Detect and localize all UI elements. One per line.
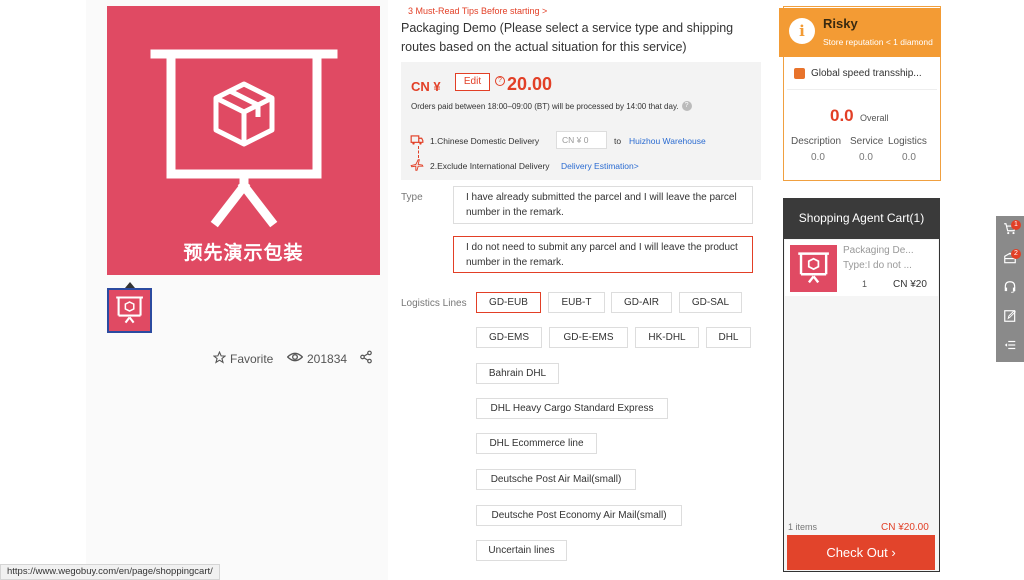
logistics-option[interactable]: GD-EUB xyxy=(476,292,541,313)
international-delivery-label: 2.Exclude International Delivery xyxy=(430,161,550,171)
logistics-option[interactable]: GD-AIR xyxy=(611,292,672,313)
currency-label: CN ¥ xyxy=(411,79,441,94)
logistics-option[interactable]: Uncertain lines xyxy=(476,540,567,561)
store-reputation: Store reputation < 1 diamond xyxy=(823,37,933,47)
side-feedback-button[interactable] xyxy=(996,304,1024,332)
type-option-no-parcel[interactable]: I do not need to submit any parcel and I… xyxy=(453,236,753,273)
product-main-image: 预先演示包装 xyxy=(107,6,380,275)
truck-icon xyxy=(410,133,424,151)
views-count: 201834 xyxy=(307,351,348,366)
logistics-option[interactable]: Deutsche Post Air Mail(small) xyxy=(476,469,636,490)
delivery-estimation-link[interactable]: Delivery Estimation> xyxy=(561,161,639,171)
logistics-option[interactable]: Deutsche Post Economy Air Mail(small) xyxy=(476,505,682,526)
cart-item-price: CN ¥20 xyxy=(893,279,927,290)
views-counter: 201834 xyxy=(286,351,348,366)
cart-total: CN ¥20.00 xyxy=(881,522,929,533)
risk-label: Risky xyxy=(823,16,858,31)
type-option-submitted[interactable]: I have already submitted the parcel and … xyxy=(453,186,753,224)
rating-label-description: Description xyxy=(791,136,842,147)
help-icon[interactable]: ? xyxy=(681,101,692,111)
edit-price-button[interactable]: Edit xyxy=(455,73,490,91)
info-icon: i xyxy=(789,18,815,44)
store-name-link[interactable]: Global speed transship... xyxy=(811,68,922,79)
cart-item-name: Packaging De... xyxy=(843,245,914,256)
tips-link[interactable]: 3 Must-Read Tips Before starting > xyxy=(408,6,547,16)
logistics-option[interactable]: EUB-T xyxy=(548,292,605,313)
clock-icon: ? xyxy=(495,76,505,86)
store-icon xyxy=(794,68,805,79)
logistics-option[interactable]: GD-E-EMS xyxy=(549,327,628,348)
rating-label-logistics: Logistics xyxy=(888,136,927,147)
cart-badge: 1 xyxy=(1011,220,1021,230)
to-label: to xyxy=(614,136,622,146)
eye-icon xyxy=(286,351,304,366)
side-collapse-button[interactable] xyxy=(996,333,1024,361)
warehouse-link[interactable]: Huizhou Warehouse xyxy=(629,136,706,146)
cart-item-quantity: 1 xyxy=(862,279,868,289)
logistics-option[interactable]: DHL Heavy Cargo Standard Express xyxy=(476,398,668,419)
favorite-label: Favorite xyxy=(230,352,274,366)
favorite-button[interactable]: Favorite xyxy=(212,350,274,367)
edit-icon xyxy=(1003,309,1017,328)
product-title: Packaging Demo (Please select a service … xyxy=(401,21,734,54)
logistics-option[interactable]: DHL xyxy=(706,327,751,348)
cart-items-count: 1 items xyxy=(788,522,818,532)
overall-label: Overall xyxy=(860,113,889,123)
overall-score: 0.0 xyxy=(830,106,854,125)
rating-value-logistics: 0.0 xyxy=(902,152,916,163)
logistics-option[interactable]: Bahrain DHL xyxy=(476,363,559,384)
cart-item-image xyxy=(790,245,837,292)
rating-label-service: Service xyxy=(850,136,884,147)
status-bar-url: https://www.wegobuy.com/en/page/shopping… xyxy=(0,564,220,580)
logistics-label: Logistics Lines xyxy=(401,298,467,309)
logistics-option[interactable]: HK-DHL xyxy=(635,327,699,348)
orders-note-text: Orders paid between 18:00–09:00 (BT) wil… xyxy=(411,101,679,111)
type-label: Type xyxy=(401,192,423,203)
logistics-option[interactable]: GD-SAL xyxy=(679,292,742,313)
star-icon xyxy=(212,350,227,367)
rating-value-description: 0.0 xyxy=(811,152,825,163)
domestic-delivery-label: 1.Chinese Domestic Delivery xyxy=(430,136,540,146)
image-caption: 预先演示包装 xyxy=(183,242,304,264)
cart-title: Shopping Agent Cart(1) xyxy=(783,198,940,239)
rating-value-service: 0.0 xyxy=(859,152,873,163)
domestic-fee-input[interactable]: CN ¥ 0 xyxy=(556,131,607,149)
shipping-connector xyxy=(418,146,419,158)
plane-icon xyxy=(410,158,424,177)
divider xyxy=(787,89,937,90)
headset-icon xyxy=(1003,280,1017,299)
cart-item-type: Type:I do not ... xyxy=(843,260,912,271)
share-icon[interactable] xyxy=(359,350,373,369)
side-cart-button[interactable]: 1 xyxy=(996,217,1024,245)
side-support-button[interactable] xyxy=(996,275,1024,303)
package-badge: 2 xyxy=(1011,249,1021,259)
checkout-button[interactable]: Check Out › xyxy=(787,535,935,570)
price-value: 20.00 xyxy=(507,74,553,94)
product-thumbnail[interactable] xyxy=(107,288,152,333)
collapse-menu-icon xyxy=(1003,338,1017,357)
orders-note: Orders paid between 18:00–09:00 (BT) wil… xyxy=(411,101,692,111)
side-package-button[interactable]: 2 xyxy=(996,246,1024,274)
logistics-option[interactable]: DHL Ecommerce line xyxy=(476,433,597,454)
logistics-option[interactable]: GD-EMS xyxy=(476,327,542,348)
